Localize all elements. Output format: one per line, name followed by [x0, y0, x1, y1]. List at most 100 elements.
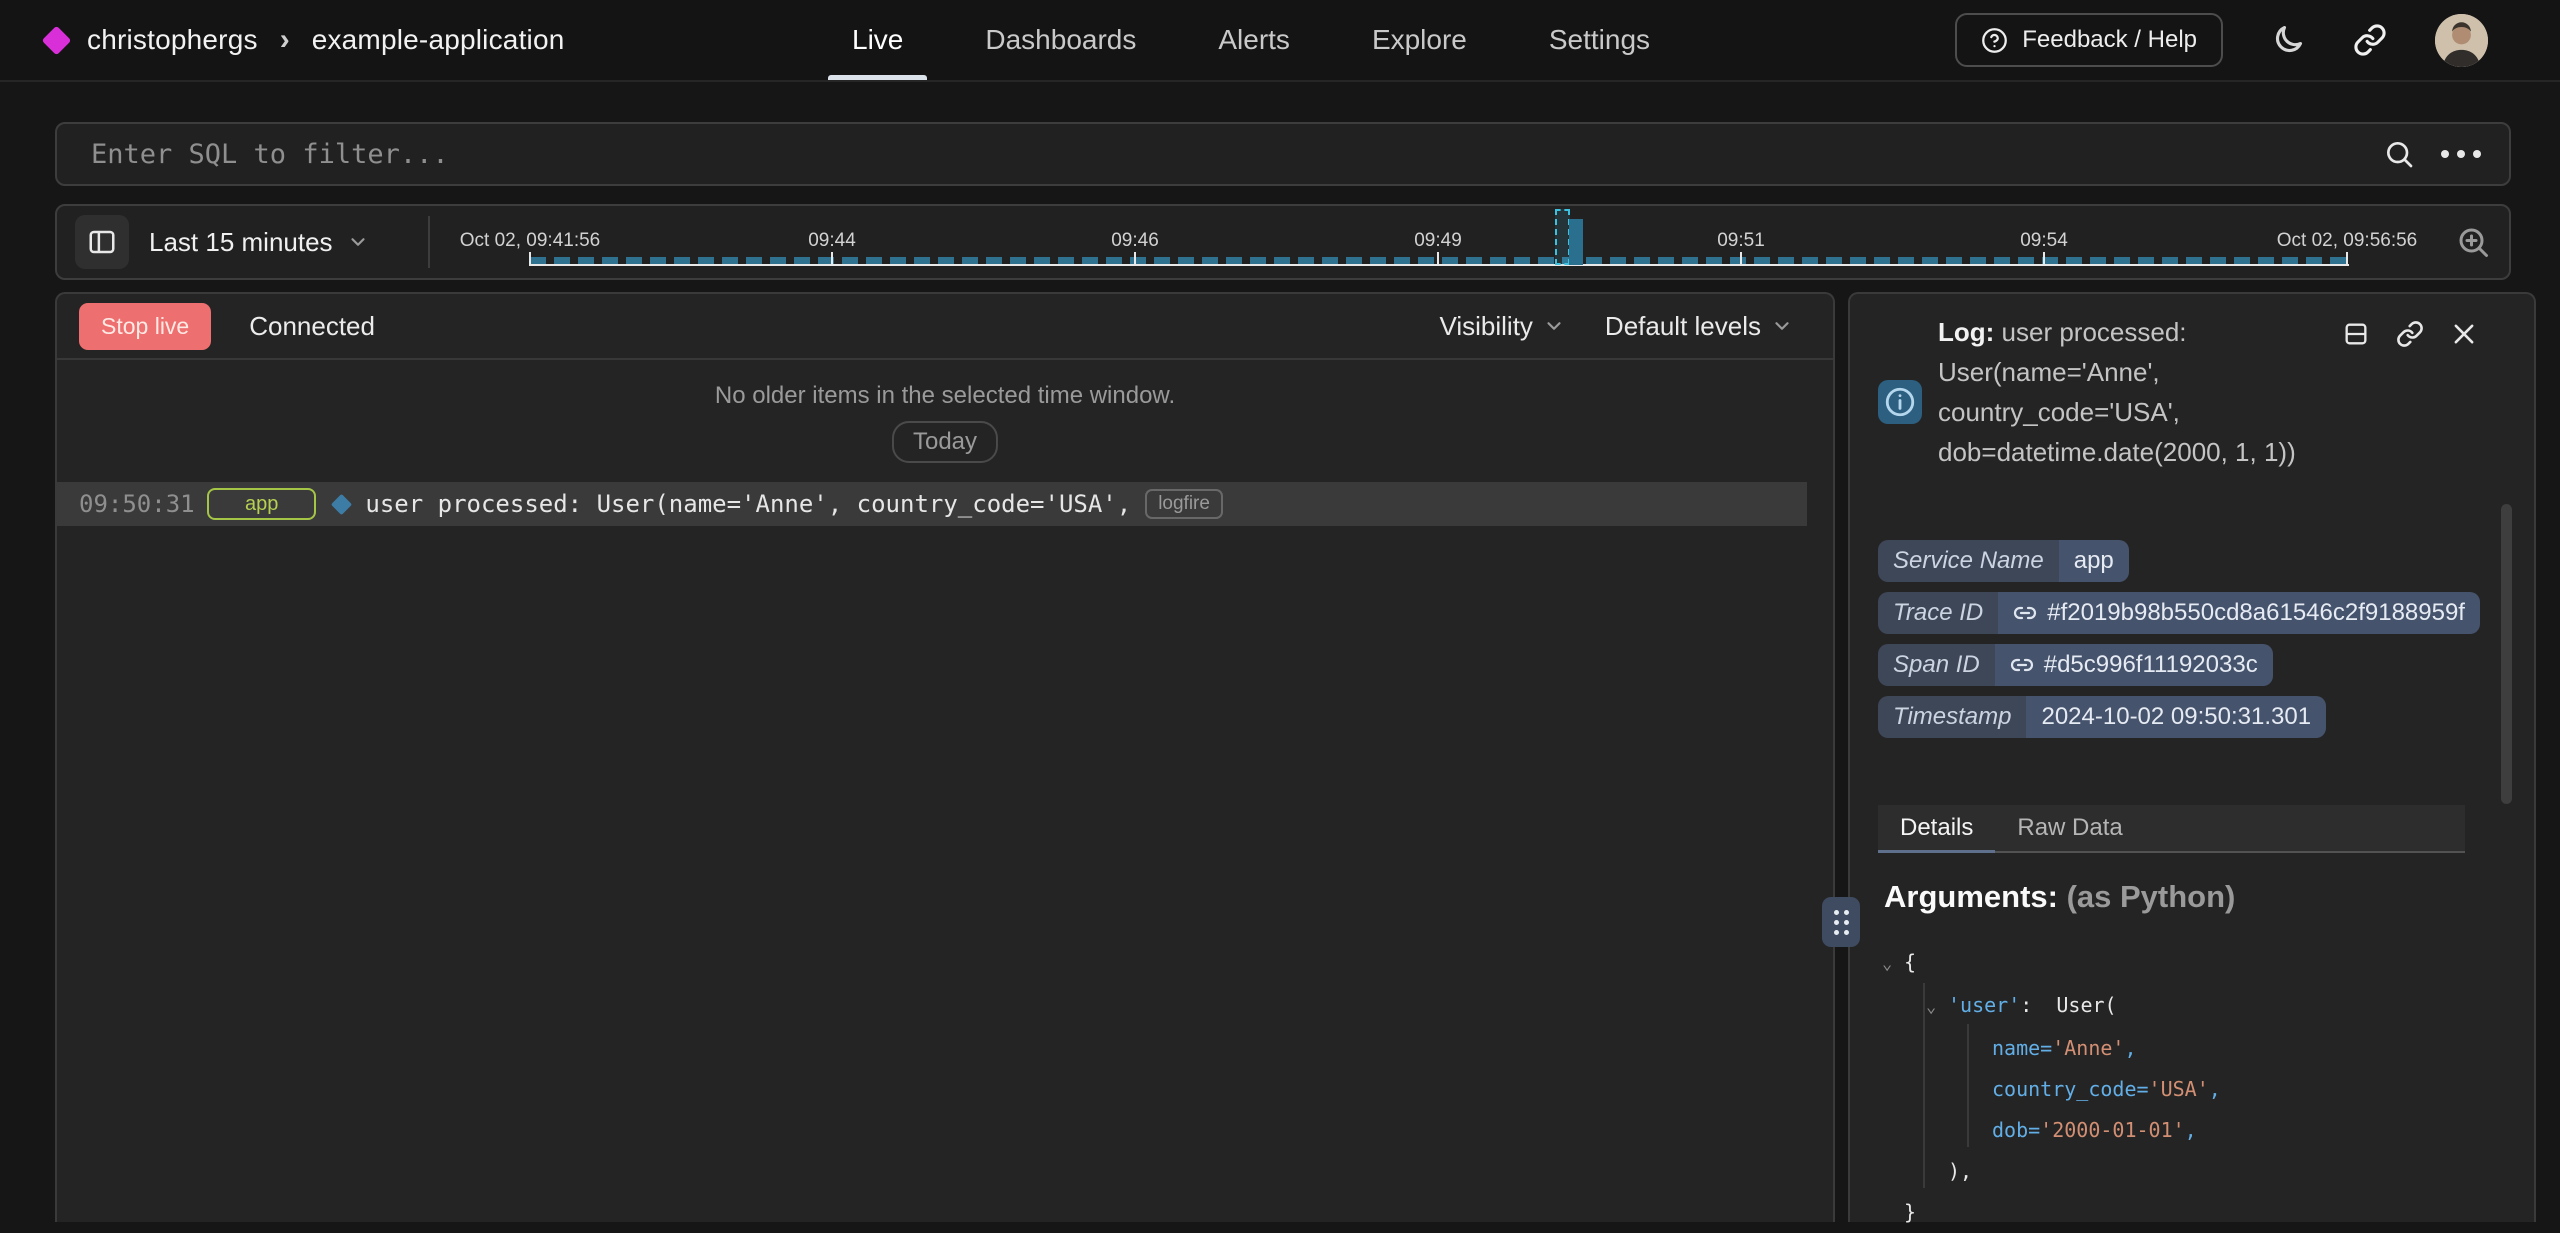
attr-service-name: Service Nameapp	[1878, 540, 2129, 582]
attr-label: Trace ID	[1878, 592, 1998, 634]
tab-alerts[interactable]: Alerts	[1194, 0, 1314, 80]
moon-icon[interactable]	[2271, 23, 2305, 57]
timeline-tick-label: 09:51	[1717, 230, 1765, 252]
detail-tab-details[interactable]: Details	[1878, 805, 1995, 851]
attribute-pills: Service Nameapp Trace ID#f2019b98b550cd8a…	[1878, 540, 2480, 738]
timeline-tick-mark	[1437, 252, 1439, 266]
feedback-help-button[interactable]: Feedback / Help	[1955, 13, 2223, 67]
tab-settings[interactable]: Settings	[1525, 0, 1674, 80]
timeline-baseline	[530, 264, 2349, 266]
timeline-tick-mark	[831, 252, 833, 266]
breadcrumb-org[interactable]: christophergs	[87, 24, 258, 56]
link-icon	[2013, 601, 2037, 625]
share-link-icon[interactable]	[2353, 23, 2387, 57]
attr-value[interactable]: #d5c996f11192033c	[1995, 644, 2273, 686]
attr-trace-id: Trace ID#f2019b98b550cd8a61546c2f9188959…	[1878, 592, 2480, 634]
breadcrumb: christophergs › example-application	[46, 0, 565, 80]
attr-value: 2024-10-02 09:50:31.301	[2026, 696, 2326, 738]
timeline-tick-label: Oct 02, 09:41:56	[460, 230, 601, 252]
top-nav-right: Feedback / Help	[1955, 0, 2488, 80]
code-line: country_code='USA',	[1882, 1069, 2504, 1110]
tab-explore[interactable]: Explore	[1348, 0, 1491, 80]
attr-label: Span ID	[1878, 644, 1995, 686]
timeline-bar: Last 15 minutes Oct 02, 09:41:56 09:44 09:…	[55, 204, 2511, 280]
zoom-in-icon[interactable]	[2455, 224, 2491, 260]
attr-label: Service Name	[1878, 540, 2059, 582]
panel-splitter-handle[interactable]	[1822, 897, 1860, 947]
sql-filter-input[interactable]	[57, 139, 2383, 170]
chevron-down-icon	[1771, 315, 1793, 337]
code-line: }	[1882, 1192, 2504, 1233]
attr-value: app	[2059, 540, 2129, 582]
chevron-down-icon	[1543, 315, 1565, 337]
top-nav: christophergs › example-application Live…	[0, 0, 2560, 82]
timeline-tick-mark	[529, 252, 531, 266]
attr-value[interactable]: #f2019b98b550cd8a61546c2f9188959f	[1998, 592, 2480, 634]
timeline-tick-label: 09:54	[2020, 230, 2068, 252]
timeline-tick-label: 09:44	[808, 230, 856, 252]
detail-panel: Log: user processed: User(name='Anne', c…	[1848, 292, 2536, 1222]
detail-tabs: DetailsRaw Data	[1878, 805, 2465, 853]
time-range-label: Last 15 minutes	[149, 227, 333, 258]
code-line: dob='2000-01-01',	[1882, 1110, 2504, 1151]
feedback-help-label: Feedback / Help	[2022, 26, 2197, 54]
default-levels-dropdown[interactable]: Default levels	[1605, 311, 1793, 342]
attr-label: Timestamp	[1878, 696, 2026, 738]
code-line: ⌄{	[1882, 942, 2504, 985]
breadcrumb-project[interactable]: example-application	[312, 24, 565, 56]
stop-live-button[interactable]: Stop live	[79, 303, 211, 350]
permalink-icon[interactable]	[2396, 320, 2424, 348]
timeline-selected-bin[interactable]	[1555, 209, 1570, 265]
panel-left-toggle-icon[interactable]	[75, 215, 129, 269]
panel-scrollbar[interactable]	[2501, 504, 2512, 804]
circle-question-icon	[1981, 27, 2008, 54]
tab-dashboards[interactable]: Dashboards	[961, 0, 1160, 80]
timeline-tick-label: Oct 02, 09:56:56	[2277, 230, 2418, 252]
timeline-tick-mark	[2043, 252, 2045, 266]
timeline-tick-mark	[2346, 252, 2348, 266]
timeline-spike-bar	[1569, 219, 1583, 265]
scope-badge[interactable]: logfire	[1145, 489, 1223, 519]
visibility-dropdown[interactable]: Visibility	[1439, 311, 1564, 342]
timeline-tick-label: 09:49	[1414, 230, 1462, 252]
code-line: ),	[1882, 1151, 2504, 1192]
close-icon[interactable]	[2450, 320, 2478, 348]
nav-tabs: Live Dashboards Alerts Explore Settings	[828, 0, 1674, 80]
collapse-toggle-icon[interactable]: ⌄	[1882, 944, 1904, 985]
link-icon	[2010, 653, 2034, 677]
attr-span-id: Span ID#d5c996f11192033c	[1878, 644, 2273, 686]
collapse-toggle-icon[interactable]: ⌄	[1926, 987, 1948, 1028]
more-options-icon[interactable]	[2441, 150, 2481, 158]
sql-filter-bar	[55, 122, 2511, 186]
info-level-diamond-icon	[331, 493, 352, 514]
circle-info-icon	[1878, 380, 1922, 424]
code-line: name='Anne',	[1882, 1028, 2504, 1069]
detail-title: Log: user processed: User(name='Anne', c…	[1938, 312, 2298, 472]
arguments-heading: Arguments: (as Python)	[1884, 879, 2235, 915]
detail-tab-raw-data[interactable]: Raw Data	[1995, 805, 2144, 851]
arguments-code-block: ⌄{⌄'user': User(name='Anne',country_code…	[1882, 942, 2504, 1233]
code-line: ⌄'user': User(	[1882, 985, 2504, 1028]
grip-dots-icon	[1834, 910, 1849, 935]
live-view-header: Stop live Connected Visibility Default l…	[57, 294, 1833, 360]
divider	[428, 216, 430, 268]
connection-status: Connected	[249, 311, 375, 342]
avatar[interactable]	[2435, 14, 2488, 67]
log-timestamp: 09:50:31	[79, 490, 195, 518]
search-icon[interactable]	[2383, 138, 2415, 170]
timeline-tick-mark	[1134, 252, 1136, 266]
timeline-tick-label: 09:46	[1111, 230, 1159, 252]
chevron-down-icon	[347, 231, 369, 253]
split-horizontal-icon[interactable]	[2342, 320, 2370, 348]
timeline-tick-mark	[1740, 252, 1742, 266]
tab-live[interactable]: Live	[828, 0, 927, 80]
log-message: user processed: User(name='Anne', countr…	[365, 490, 1131, 518]
empty-window-message: No older items in the selected time wind…	[57, 382, 1833, 410]
log-row[interactable]: 09:50:31 app user processed: User(name='…	[57, 482, 1807, 526]
logfire-logo-icon[interactable]	[42, 25, 72, 55]
chevron-right-icon: ›	[280, 23, 290, 57]
service-badge[interactable]: app	[207, 488, 316, 520]
time-range-select[interactable]: Last 15 minutes	[149, 227, 369, 258]
today-button[interactable]: Today	[892, 421, 998, 463]
attr-timestamp: Timestamp2024-10-02 09:50:31.301	[1878, 696, 2326, 738]
